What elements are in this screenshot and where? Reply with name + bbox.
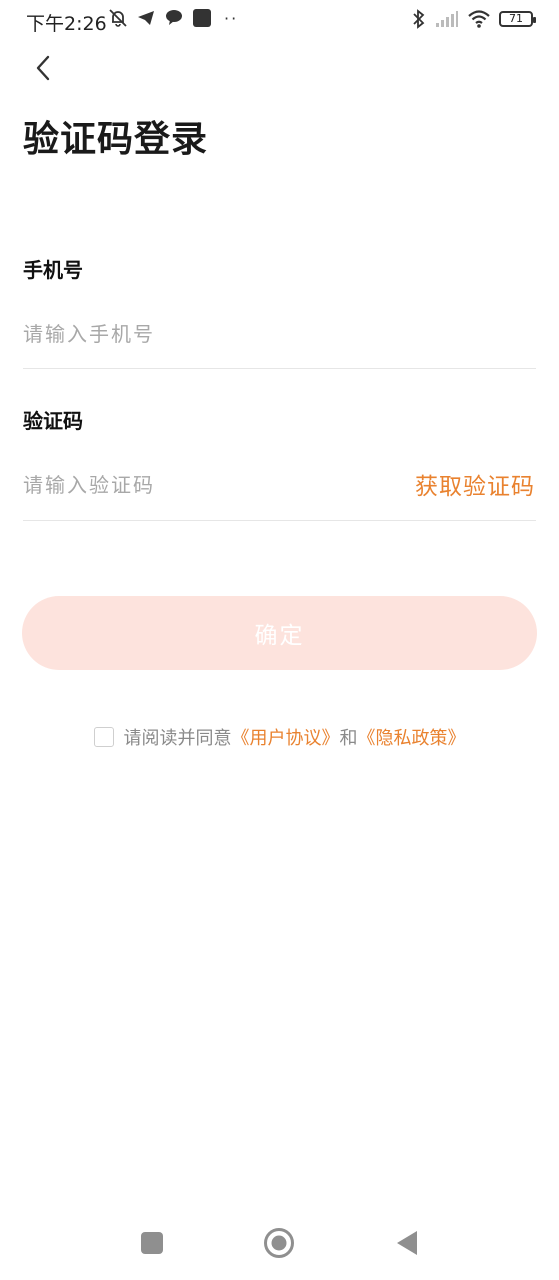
more-notifications: ··	[224, 8, 239, 28]
status-right-icons: 71	[411, 8, 536, 30]
status-bar: 下午2:26 ·· 71	[0, 0, 559, 42]
get-code-button[interactable]: 获取验证码	[415, 467, 535, 501]
recent-apps-icon	[140, 1231, 164, 1259]
telegram-icon	[136, 8, 156, 28]
confirm-button[interactable]: 确定	[22, 596, 537, 670]
chat-bubble-icon	[164, 8, 184, 28]
signal-icon	[435, 10, 459, 28]
phone-input[interactable]	[23, 314, 536, 354]
code-label: 验证码	[23, 409, 83, 433]
divider	[23, 520, 536, 521]
status-time: 下午2:26	[26, 13, 107, 35]
phone-label: 手机号	[23, 258, 83, 282]
back-button[interactable]	[26, 52, 62, 88]
page-title: 验证码登录	[23, 119, 209, 160]
agreement-row: 请阅读并同意 《用户协议》 和 《隐私政策》	[0, 724, 559, 750]
user-agreement-link[interactable]: 《用户协议》	[232, 724, 340, 750]
home-icon	[263, 1227, 295, 1263]
system-back-button[interactable]	[390, 1228, 424, 1262]
wifi-icon	[467, 9, 491, 29]
agree-checkbox[interactable]	[93, 727, 114, 747]
bluetooth-icon	[411, 8, 427, 30]
home-button[interactable]	[262, 1228, 296, 1262]
app-square-icon	[192, 8, 212, 28]
status-left-icons: ··	[108, 8, 238, 28]
agreement-prefix: 请阅读并同意	[123, 728, 232, 749]
recent-apps-button[interactable]	[135, 1228, 169, 1262]
back-icon	[395, 1230, 419, 1260]
navigation-bar	[0, 1210, 559, 1280]
agreement-and: 和	[339, 728, 358, 749]
divider	[23, 368, 536, 369]
battery-icon: 71	[499, 11, 536, 27]
chevron-left-icon	[33, 55, 55, 85]
privacy-policy-link[interactable]: 《隐私政策》	[358, 724, 466, 750]
bell-off-icon	[108, 8, 128, 28]
verification-code-input[interactable]	[23, 465, 393, 505]
